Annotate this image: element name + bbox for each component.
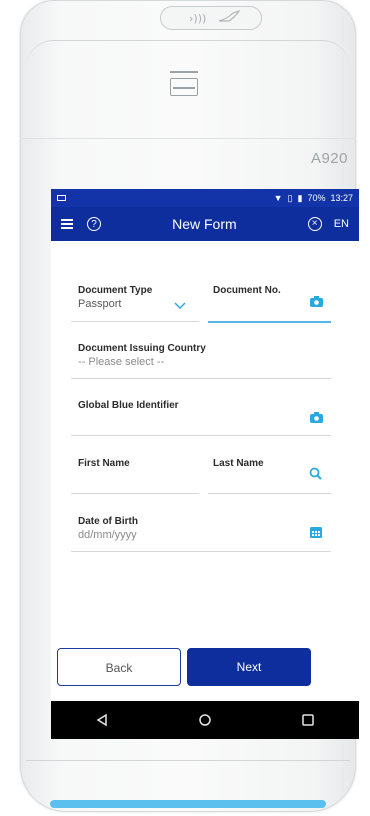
camera-icon[interactable] — [310, 296, 323, 307]
status-bar: ▼ ▯ ▮ 70% 13:27 — [51, 189, 359, 207]
close-icon[interactable]: × — [307, 217, 322, 231]
paper-slot — [170, 71, 198, 73]
app-bar: ? New Form × EN — [51, 207, 359, 241]
date-of-birth-underline — [71, 551, 331, 552]
issuing-country-label: Document Issuing Country — [78, 343, 206, 354]
last-name-label: Last Name — [213, 458, 264, 469]
menu-icon[interactable] — [61, 219, 73, 229]
issuing-country-select[interactable]: -- Please select -- — [78, 356, 164, 368]
back-button[interactable]: Back — [57, 648, 181, 686]
sim-icon: ▯ — [287, 192, 293, 203]
global-blue-identifier-input[interactable] — [71, 435, 331, 436]
device-screen: ▼ ▯ ▮ 70% 13:27 ? New Form × EN Document… — [51, 189, 359, 739]
document-type-label: Document Type — [78, 285, 153, 296]
nfc-contactless-icon: ›))) — [160, 6, 262, 30]
page-title: New Form — [172, 216, 237, 232]
screenshot-icon — [57, 195, 66, 201]
battery-percent: 70% — [307, 193, 326, 203]
nav-home-icon[interactable] — [198, 713, 212, 727]
next-button[interactable]: Next — [187, 648, 311, 686]
last-name-input[interactable] — [208, 493, 331, 494]
system-navigation-bar — [51, 701, 359, 739]
first-name-label: First Name — [78, 458, 130, 469]
calendar-icon[interactable] — [310, 526, 322, 538]
wifi-icon: ▼ — [273, 193, 283, 203]
printer-lid — [26, 40, 350, 73]
search-icon[interactable] — [309, 467, 322, 480]
clock: 13:27 — [330, 193, 353, 203]
document-type-underline — [71, 321, 199, 322]
device-model-label: A920 — [310, 150, 348, 167]
svg-text:›))): ›))) — [189, 12, 206, 25]
receipt-printer-icon — [170, 78, 198, 96]
nav-back-icon[interactable] — [95, 713, 109, 727]
language-selector[interactable]: EN — [334, 218, 349, 230]
date-of-birth-input[interactable]: dd/mm/yyyy — [78, 529, 137, 541]
battery-icon: ▮ — [297, 192, 303, 203]
issuing-country-underline — [71, 378, 331, 379]
global-blue-identifier-label: Global Blue Identifier — [78, 400, 179, 411]
nav-recent-icon[interactable] — [301, 713, 315, 727]
camera-icon[interactable] — [310, 412, 323, 423]
document-type-value[interactable]: Passport — [78, 298, 121, 310]
help-icon[interactable]: ? — [87, 217, 101, 231]
chevron-down-icon[interactable] — [174, 302, 186, 310]
document-no-input[interactable] — [208, 321, 331, 323]
date-of-birth-label: Date of Birth — [78, 516, 138, 527]
device-bottom-light — [50, 800, 326, 808]
bezel-divider — [20, 138, 356, 139]
first-name-input[interactable] — [71, 493, 199, 494]
document-no-label: Document No. — [213, 285, 281, 296]
device-chin-divider — [26, 760, 350, 761]
